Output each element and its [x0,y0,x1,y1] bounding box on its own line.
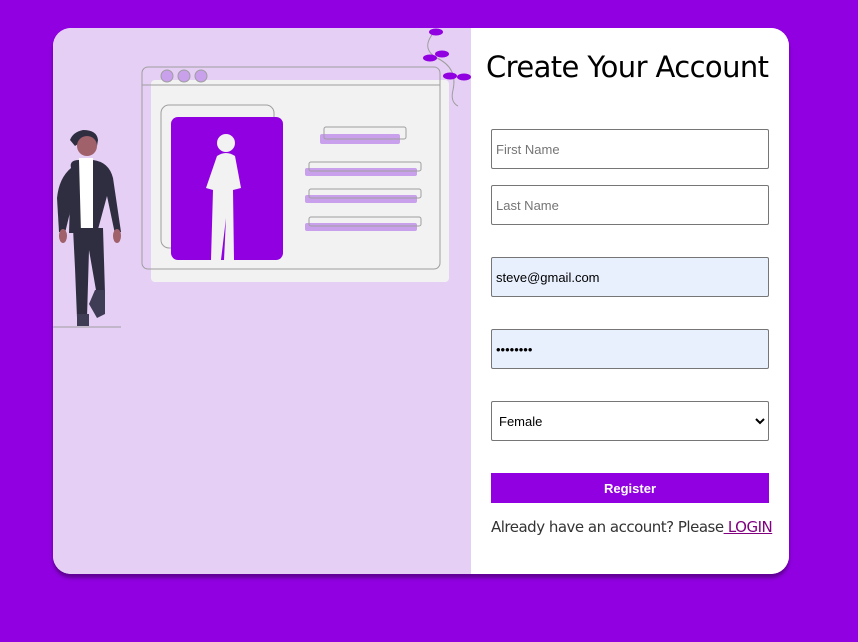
person-profile-illustration [53,28,471,328]
illustration-panel [53,28,471,574]
login-link[interactable]: LOGIN [724,518,773,536]
password-input[interactable] [491,329,769,369]
last-name-input[interactable] [491,185,769,225]
gender-select[interactable]: Female [491,401,769,441]
registration-form: Create Your Account Female Register Alre… [471,28,789,574]
first-name-input[interactable] [491,129,769,169]
email-input[interactable] [491,257,769,297]
registration-card: Create Your Account Female Register Alre… [53,28,789,574]
login-prompt: Already have an account? Please LOGIN [491,518,773,536]
page-title: Create Your Account [486,50,769,84]
login-prompt-text: Already have an account? Please [491,518,724,536]
register-button[interactable]: Register [491,473,769,503]
